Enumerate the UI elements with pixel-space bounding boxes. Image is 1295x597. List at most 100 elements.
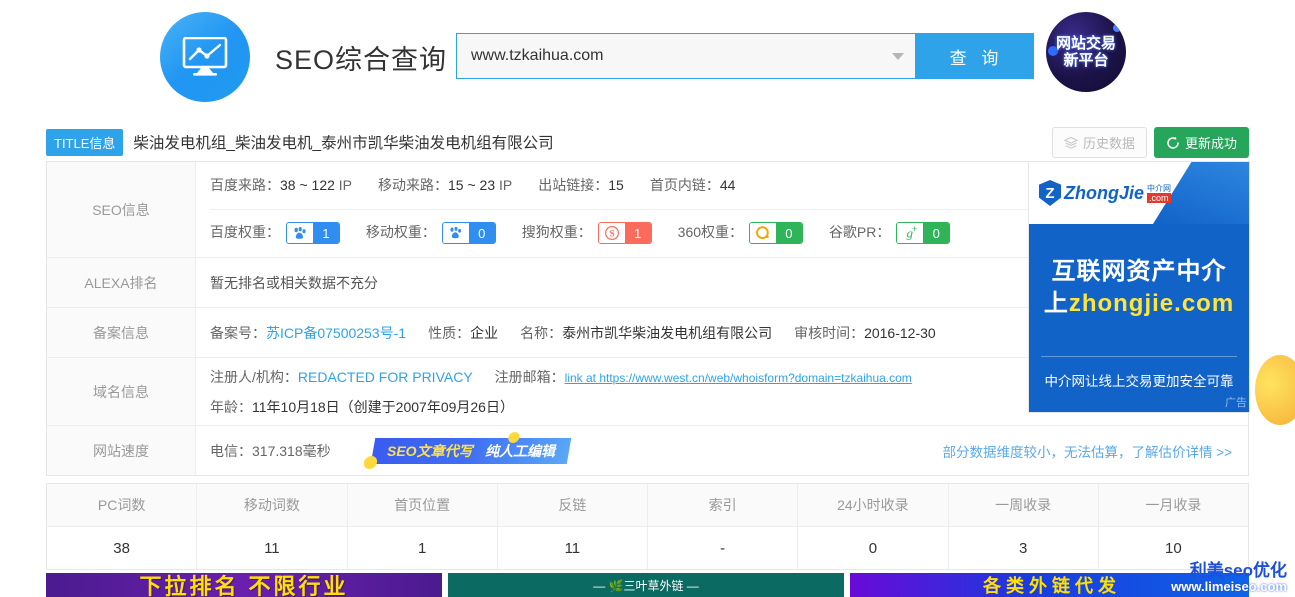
weight-badge-sogou[interactable]: S 1 <box>597 222 652 245</box>
beian-audit-label: 审核时间： <box>794 324 865 341</box>
history-data-label: 历史数据 <box>1082 136 1135 151</box>
decoration-dot <box>362 455 378 469</box>
metric-unit: IP <box>499 177 513 194</box>
metric-value: 15 <box>608 177 624 194</box>
badge-dot-icon <box>1048 46 1058 56</box>
domain-age: 年龄：11年10月18日（创建于2007年09月26日） <box>210 397 514 417</box>
side-decoration-circle <box>1255 355 1295 425</box>
stats-header-cell: PC词数 <box>47 484 198 526</box>
ad-label: 广告 <box>1225 397 1247 409</box>
weight-label: 搜狗权重： <box>521 224 592 241</box>
metric-home-inner-links: 首页内链：44 <box>650 175 736 195</box>
ad-headline-line1: 互联网资产中介 <box>1051 258 1227 285</box>
registrant-email-link[interactable]: link at https://www.west.cn/web/whoisfor… <box>565 371 912 385</box>
baidu-paw-icon <box>286 223 313 244</box>
banner-ranking-ad[interactable]: 下拉排名 不限行业 <box>46 573 442 597</box>
stats-header-cell: 一周收录 <box>949 484 1099 526</box>
estimate-details-link[interactable]: 部分数据维度较小，无法估算，了解估价详情 >> <box>942 441 1232 461</box>
stats-header-row: PC词数 移动词数 首页位置 反链 索引 24小时收录 一周收录 一月收录 <box>47 484 1248 527</box>
seo-writing-ad-banner[interactable]: SEO文章代写 纯人工编辑 <box>362 431 571 469</box>
title-actions: 历史数据 更新成功 <box>1051 127 1249 158</box>
stats-header-cell: 反链 <box>498 484 648 526</box>
row-label-seo: SEO信息 <box>47 162 196 257</box>
metric-outbound-links: 出站链接：15 <box>538 175 624 195</box>
ad-brand-cn: 中介网 <box>1147 183 1171 193</box>
beian-number-link[interactable]: 苏ICP备07500253号-1 <box>266 325 406 341</box>
weight-label: 百度权重： <box>210 224 280 241</box>
stats-header-cell: 24小时收录 <box>798 484 949 526</box>
metric-value: 38 ~ 122 <box>280 177 335 194</box>
age-label: 年龄： <box>210 398 252 415</box>
weight-value-360: 0 <box>775 223 802 244</box>
domain-email: 注册邮箱：link at https://www.west.cn/web/who… <box>495 367 912 387</box>
metric-value: 15 ~ 23 <box>448 177 496 194</box>
beian-nature: 性质：企业 <box>428 323 498 343</box>
row-label-domain: 域名信息 <box>47 358 196 425</box>
weight-360: 360权重： 0 <box>677 222 803 245</box>
weight-badge-baidu[interactable]: 1 <box>285 222 340 245</box>
registrant-value: REDACTED FOR PRIVACY <box>297 368 473 385</box>
title-tag-badge: TITLE信息 <box>46 128 124 156</box>
registrant-label: 注册人/机构： <box>210 368 298 385</box>
weight-google-pr: 谷歌PR： g + 0 <box>829 222 951 245</box>
row-label-speed: 网站速度 <box>47 426 196 475</box>
stats-value-cell: 11 <box>197 527 348 569</box>
banner-backlink-ad[interactable]: — 🌿三叶草外链 — <box>448 573 844 597</box>
badge-line-1: 网站交易 <box>1055 35 1116 52</box>
beian-name-value: 泰州市凯华柴油发电机组有限公司 <box>562 324 773 341</box>
banner-text: 各 类 外 链 代 发 <box>982 576 1116 596</box>
weight-value-mobile: 0 <box>468 223 495 244</box>
stats-value-cell: - <box>648 527 799 569</box>
update-status-label: 更新成功 <box>1184 136 1237 151</box>
stats-header-cell: 一月收录 <box>1145 497 1202 513</box>
chevron-down-icon <box>892 52 904 60</box>
stats-value-cell: 38 <box>47 527 198 569</box>
beian-number-label: 备案号： <box>210 324 266 341</box>
weight-badge-google[interactable]: g + 0 <box>896 222 951 245</box>
weight-badge-360[interactable]: 0 <box>748 222 803 245</box>
beian-nature-value: 企业 <box>470 324 499 341</box>
bottom-banner-strip: 下拉排名 不限行业 — 🌿三叶草外链 — 各 类 外 链 代 发 <box>46 573 1249 597</box>
ad-text-secondary: 纯人工编辑 <box>484 442 555 459</box>
search-input[interactable] <box>457 34 881 78</box>
domain-registrant: 注册人/机构：REDACTED FOR PRIVACY <box>210 367 473 387</box>
ad-text-primary: SEO文章代写 <box>386 442 473 459</box>
beian-audit-time: 审核时间：2016-12-30 <box>794 323 936 343</box>
beian-audit-value: 2016-12-30 <box>864 324 936 341</box>
weight-label: 360权重： <box>677 224 744 241</box>
ad-headline-prefix: 上 <box>1043 290 1069 317</box>
refresh-icon <box>1167 136 1179 149</box>
ad-brand-name: ZhongJie <box>1064 182 1144 203</box>
sidebar-advertisement[interactable]: Z ZhongJie 中介网 .com 互联网资产中介 上zhongjie.co… <box>1028 161 1250 413</box>
title-bar: TITLE信息 柴油发电机组_柴油发电机_泰州市凯华柴油发电机组有限公司 历史数… <box>46 127 1249 158</box>
stats-value-row: 38 11 1 11 - 0 3 10 <box>47 527 1248 569</box>
metric-label: 移动来路： <box>378 177 449 194</box>
search-button[interactable]: 查 询 <box>915 34 1033 78</box>
beian-name-label: 名称： <box>520 324 563 341</box>
site-trade-platform-badge[interactable]: 网站交易 新平台 <box>1046 12 1126 92</box>
row-label-alexa: ALEXA排名 <box>47 258 196 307</box>
sogou-s-icon: S <box>598 223 625 244</box>
metric-label: 出站链接： <box>538 177 609 194</box>
metric-value: 44 <box>719 177 736 194</box>
weight-baidu: 百度权重： 1 <box>210 222 340 245</box>
email-label: 注册邮箱： <box>494 368 565 385</box>
shield-icon: Z <box>1039 180 1061 206</box>
watermark: 利美seo优化 www.limeiseo.com <box>1171 556 1287 594</box>
weight-badge-mobile[interactable]: 0 <box>441 222 496 245</box>
metric-unit: IP <box>338 177 353 194</box>
row-label-beian: 备案信息 <box>47 308 196 357</box>
baidu-mobile-paw-icon <box>442 223 469 244</box>
history-data-button[interactable]: 历史数据 <box>1051 127 1147 158</box>
stats-header-cell: 首页位置 <box>348 484 498 526</box>
metric-label: 首页内链： <box>649 177 720 194</box>
stats-header-cell: 索引 <box>648 484 799 526</box>
ad-headline: 互联网资产中介 上zhongjie.com <box>1029 256 1249 320</box>
badge-dot-icon <box>1113 24 1121 32</box>
update-status-button[interactable]: 更新成功 <box>1153 127 1249 158</box>
stats-value-cell: 11 <box>498 527 648 569</box>
search-dropdown-toggle[interactable] <box>881 34 915 78</box>
age-value: 11年10月18日（创建于2007年09月26日） <box>252 398 514 415</box>
monitor-chart-icon <box>182 37 228 76</box>
weight-value-baidu: 1 <box>312 223 339 244</box>
